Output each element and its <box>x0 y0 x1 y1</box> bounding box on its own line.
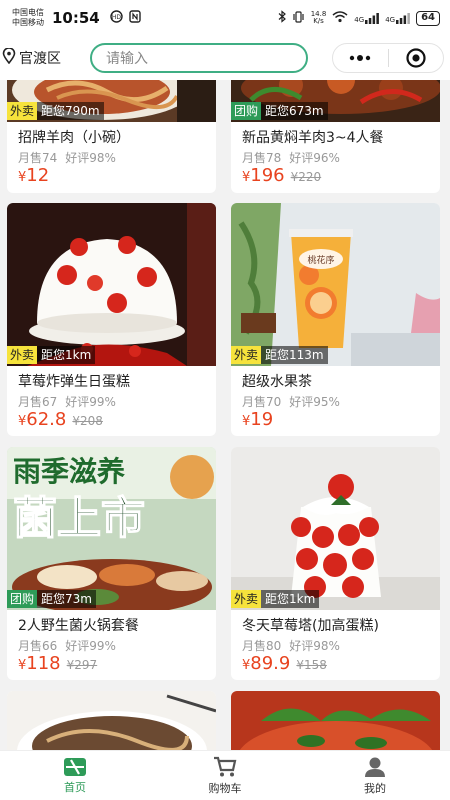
network-speed: 14.8 K/s <box>310 10 327 25</box>
product-stats: 月售80 好评98% <box>242 639 340 653</box>
more-dots-icon <box>350 55 371 61</box>
product-name: 招牌羊肉（小碗） <box>18 130 130 146</box>
tab-cart[interactable]: 购物车 <box>150 751 300 800</box>
signal-icon-2: 4G <box>385 12 410 24</box>
product-name: 新品黄焖羊肉3~4人餐 <box>242 130 384 146</box>
product-card[interactable]: 雨季滋养 菌上市 团购 距您73m 2人野生菌火锅套餐 月售66 好评99% ¥1… <box>7 447 216 680</box>
close-mini-program-button[interactable] <box>389 44 444 72</box>
carrier-1: 中国电信 <box>12 8 44 17</box>
product-card[interactable]: 桃花序 外卖 距您113m 超级水果茶 月售70 好评95% ¥19 <box>231 203 440 436</box>
product-stats: 月售66 好评99% <box>18 639 116 653</box>
groupbuy-tag: 团购 <box>231 102 262 120</box>
product-price: ¥118 ¥297 <box>18 653 98 674</box>
distance-badge: 距您790m <box>37 102 104 120</box>
search-placeholder: 请输入 <box>106 51 148 67</box>
nfc-icon <box>129 10 141 26</box>
mini-program-capsule <box>332 43 444 73</box>
top-bar: 官渡区 请输入 <box>0 36 450 80</box>
product-price: ¥12 <box>18 165 50 186</box>
search-input[interactable]: 请输入 <box>90 43 308 73</box>
home-icon <box>64 757 86 776</box>
wifi-icon <box>332 10 348 26</box>
product-image <box>231 447 440 610</box>
bluetooth-icon <box>278 10 286 26</box>
distance-badge: 距您673m <box>261 102 328 120</box>
user-icon <box>365 757 385 777</box>
promo-title-line1: 雨季滋养 <box>13 455 125 488</box>
product-name: 草莓炸弹生日蛋糕 <box>18 374 130 390</box>
product-name: 冬天草莓塔(加高蛋糕) <box>242 618 379 634</box>
location-pin-icon <box>2 47 16 68</box>
product-image: 雨季滋养 菌上市 <box>7 447 216 610</box>
distance-badge: 距您73m <box>37 590 96 608</box>
product-name: 2人野生菌火锅套餐 <box>18 618 139 634</box>
product-image <box>231 691 440 750</box>
tab-mine-label: 我的 <box>364 781 386 795</box>
clock: 10:54 <box>52 9 100 27</box>
hd-icon: HD <box>110 10 123 26</box>
product-card[interactable] <box>7 691 216 750</box>
target-close-icon <box>406 48 426 68</box>
location-selector[interactable]: 官渡区 <box>2 47 86 68</box>
product-price: ¥19 <box>242 409 274 430</box>
delivery-tag: 外卖 <box>231 590 262 608</box>
groupbuy-tag: 团购 <box>7 590 38 608</box>
tab-home[interactable]: 首页 <box>0 751 150 800</box>
product-stats: 月售78 好评96% <box>242 151 340 165</box>
tab-mine[interactable]: 我的 <box>300 751 450 800</box>
signal-icon-1: 4G <box>354 12 380 24</box>
carrier-info: 中国电信 中国移动 <box>12 8 44 28</box>
status-bar: 中国电信 中国移动 10:54 HD 14.8 K/s 4G 4G 64 <box>0 0 450 36</box>
distance-badge: 距您1km <box>37 346 96 364</box>
product-price: ¥196 ¥220 <box>242 165 322 186</box>
product-image <box>7 691 216 750</box>
product-image <box>7 203 216 366</box>
svg-text:HD: HD <box>112 14 122 21</box>
tab-cart-label: 购物车 <box>208 781 242 795</box>
product-card[interactable]: 外卖 距您790m 招牌羊肉（小碗） 月售74 好评98% ¥12 <box>7 80 216 193</box>
product-name: 超级水果茶 <box>242 374 312 390</box>
delivery-tag: 外卖 <box>7 102 38 120</box>
tea-brand-label: 桃花序 <box>307 254 334 266</box>
vibrate-icon <box>292 10 305 26</box>
product-price: ¥89.9 ¥158 <box>242 653 327 674</box>
product-card[interactable]: 团购 距您673m 新品黄焖羊肉3~4人餐 月售78 好评96% ¥196 ¥220 <box>231 80 440 193</box>
delivery-tag: 外卖 <box>7 346 38 364</box>
promo-title-line2: 菌上市 <box>13 493 145 544</box>
product-card[interactable]: 外卖 距您1km 冬天草莓塔(加高蛋糕) 月售80 好评98% ¥89.9 ¥158 <box>231 447 440 680</box>
distance-badge: 距您1km <box>261 590 320 608</box>
product-stats: 月售70 好评95% <box>242 395 340 409</box>
tab-home-label: 首页 <box>64 780 86 794</box>
more-menu-button[interactable] <box>333 44 388 72</box>
product-card[interactable]: 外卖 距您1km 草莓炸弹生日蛋糕 月售67 好评99% ¥62.8 ¥208 <box>7 203 216 436</box>
bottom-tab-bar: 首页 购物车 我的 <box>0 750 450 800</box>
product-stats: 月售67 好评99% <box>18 395 116 409</box>
product-price: ¥62.8 ¥208 <box>18 409 103 430</box>
battery-indicator: 64 <box>416 10 440 26</box>
delivery-tag: 外卖 <box>231 346 262 364</box>
cart-icon <box>214 756 237 776</box>
product-feed[interactable]: 外卖 距您790m 招牌羊肉（小碗） 月售74 好评98% ¥12 团购 距您67… <box>0 80 450 750</box>
product-card[interactable] <box>231 691 440 750</box>
carrier-2: 中国移动 <box>12 18 44 27</box>
distance-badge: 距您113m <box>261 346 328 364</box>
product-image: 桃花序 <box>231 203 440 366</box>
location-label: 官渡区 <box>19 51 61 67</box>
product-stats: 月售74 好评98% <box>18 151 116 165</box>
